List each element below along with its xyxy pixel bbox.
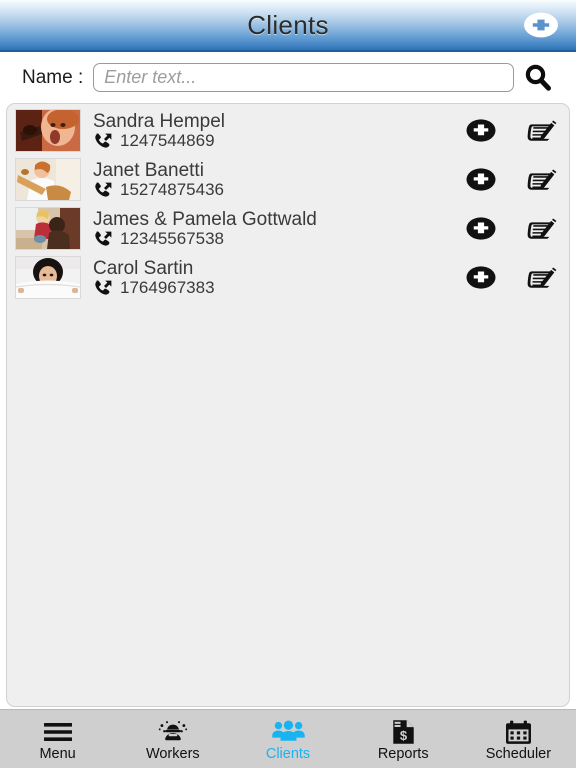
app-header: Clients: [0, 0, 576, 52]
row-actions: [454, 165, 557, 195]
tab-reports[interactable]: Reports: [346, 710, 461, 768]
photo-couple-floor: [16, 208, 80, 249]
edit-documents-icon: [524, 166, 557, 194]
add-job-button[interactable]: [464, 116, 498, 146]
tab-clients[interactable]: Clients: [230, 710, 345, 768]
search-bar: Name :: [0, 52, 576, 103]
client-list[interactable]: Sandra Hempel 1247544869 Janet Banetti 1527…: [6, 103, 570, 707]
photo-woman-bed: [16, 257, 80, 298]
client-phone: 1764967383: [93, 279, 454, 296]
edit-client-button[interactable]: [523, 116, 557, 146]
avatar: [15, 256, 81, 299]
tab-scheduler[interactable]: Scheduler: [461, 710, 576, 768]
tab-menu[interactable]: Menu: [0, 710, 115, 768]
tab-icon-wrap: [391, 719, 416, 746]
edit-documents-icon: [524, 264, 557, 292]
client-info: Sandra Hempel 1247544869: [81, 112, 454, 150]
client-phone: 12345567538: [93, 230, 454, 247]
client-list-container: Sandra Hempel 1247544869 Janet Banetti 1527…: [0, 103, 576, 709]
client-phone: 1247544869: [93, 132, 454, 149]
tab-label: Reports: [377, 745, 429, 762]
tab-label: Workers: [145, 745, 200, 762]
client-phone-number: 12345567538: [120, 229, 225, 249]
tab-label: Scheduler: [485, 745, 552, 762]
search-label: Name :: [22, 66, 84, 88]
calendar-icon: [505, 720, 532, 745]
avatar: [15, 158, 81, 201]
client-info: Janet Banetti 15274875436: [81, 161, 454, 199]
photo-woman-kitchen: [16, 159, 80, 200]
hamburger-menu-icon: [43, 721, 73, 743]
client-name: Carol Sartin: [93, 258, 194, 279]
client-phone: 15274875436: [93, 181, 454, 198]
plus-circle-icon: [465, 215, 497, 242]
client-info: Carol Sartin 1764967383: [81, 259, 454, 297]
phone-outgoing-icon: [93, 279, 113, 296]
edit-client-button[interactable]: [523, 165, 557, 195]
tab-icon-wrap: [43, 719, 73, 746]
client-phone-number: 1764967383: [120, 278, 215, 298]
worker-hardhat-icon: [158, 720, 188, 745]
avatar: [15, 109, 81, 152]
add-job-button[interactable]: [464, 263, 498, 293]
add-job-button[interactable]: [464, 165, 498, 195]
row-actions: [454, 116, 557, 146]
bottom-tab-bar: Menu Workers Clients Reports Scheduler: [0, 709, 576, 768]
app-root: Clients Name : Sandra Hempel1247544869 Ja…: [0, 0, 576, 768]
add-client-header-button[interactable]: [522, 10, 560, 40]
tab-icon-wrap: [272, 719, 305, 746]
tab-icon-wrap: [158, 719, 188, 746]
search-input[interactable]: [93, 63, 514, 92]
plus-circle-icon: [465, 166, 497, 193]
client-name: Janet Banetti: [93, 160, 204, 181]
phone-outgoing-icon: [93, 132, 113, 149]
avatar: [15, 207, 81, 250]
tab-icon-wrap: [505, 719, 532, 746]
row-actions: [454, 263, 557, 293]
client-row[interactable]: Carol Sartin 1764967383: [7, 253, 569, 302]
edit-client-button[interactable]: [523, 214, 557, 244]
tab-label: Clients: [265, 745, 311, 762]
client-row[interactable]: Sandra Hempel 1247544869: [7, 106, 569, 155]
edit-client-button[interactable]: [523, 263, 557, 293]
page-title: Clients: [247, 9, 329, 40]
phone-outgoing-icon: [93, 230, 113, 247]
add-job-button[interactable]: [464, 214, 498, 244]
edit-documents-icon: [524, 117, 557, 145]
client-phone-number: 1247544869: [120, 131, 215, 151]
client-info: James & Pamela Gottwald 12345567538: [81, 210, 454, 248]
client-row[interactable]: James & Pamela Gottwald 12345567538: [7, 204, 569, 253]
edit-documents-icon: [524, 215, 557, 243]
tab-label: Menu: [39, 745, 76, 762]
search-button[interactable]: [514, 61, 562, 95]
tab-workers[interactable]: Workers: [115, 710, 230, 768]
client-name: James & Pamela Gottwald: [93, 209, 317, 230]
plus-circle-icon: [465, 117, 497, 144]
search-icon: [525, 64, 551, 91]
people-group-icon: [272, 720, 305, 744]
document-dollar-icon: [391, 719, 416, 745]
plus-circle-icon: [524, 12, 558, 38]
phone-outgoing-icon: [93, 181, 113, 198]
client-name: Sandra Hempel: [93, 111, 226, 132]
client-row[interactable]: Janet Banetti 15274875436: [7, 155, 569, 204]
row-actions: [454, 214, 557, 244]
plus-circle-icon: [465, 264, 497, 291]
photo-woman-surprised: [16, 110, 80, 151]
client-phone-number: 15274875436: [120, 180, 225, 200]
